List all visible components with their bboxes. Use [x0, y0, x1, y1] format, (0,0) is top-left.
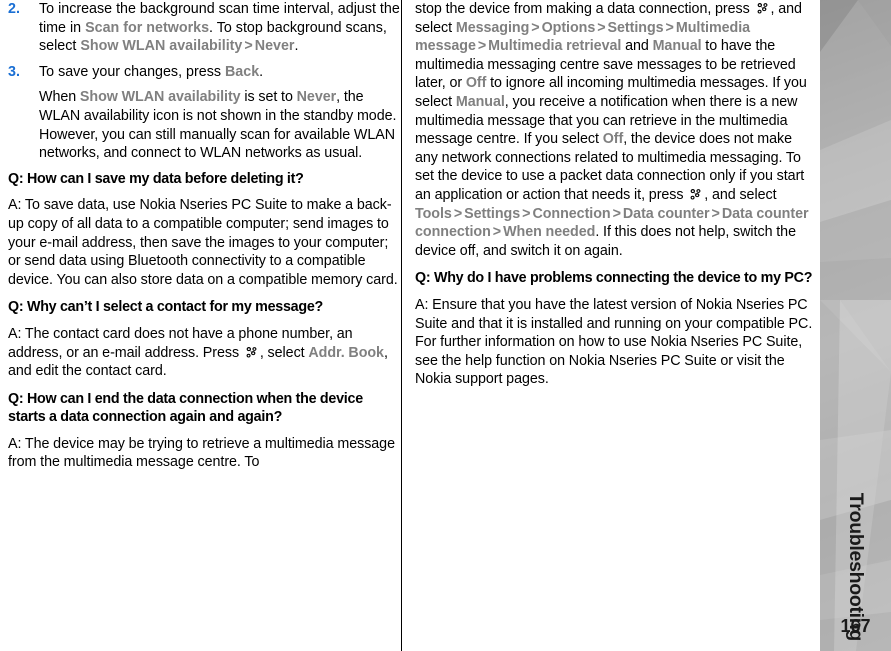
ui-term: Data counter — [622, 205, 710, 222]
question-heading: Q: How can I end the data connection whe… — [8, 390, 363, 426]
menu-path-arrow: > — [244, 38, 253, 55]
ui-term: Addr. Book — [308, 344, 384, 361]
answer-paragraph: A: The contact card does not have a phon… — [8, 325, 388, 380]
ui-term: Options — [541, 19, 596, 36]
ui-term: Manual — [455, 93, 505, 110]
menu-key-icon — [245, 346, 258, 359]
answer-paragraph: A: The device may be trying to retrieve … — [8, 435, 395, 471]
list-item: 3. To save your changes, press Back. — [8, 63, 401, 82]
menu-path-arrow: > — [531, 19, 540, 36]
step-note-paragraph: When Show WLAN availability is set to Ne… — [39, 89, 397, 162]
ui-term: Show WLAN availability — [80, 38, 243, 55]
ui-term: Tools — [415, 205, 452, 222]
ui-term: Never — [254, 38, 295, 55]
step-number: 2. — [8, 1, 20, 17]
ui-term: Never — [296, 89, 337, 106]
ui-term: Multimedia retrieval — [488, 38, 622, 55]
ui-term: Off — [602, 131, 624, 148]
right-column: stop the device from making a data conne… — [415, 0, 813, 651]
column-divider — [401, 0, 402, 651]
menu-key-icon — [756, 2, 769, 15]
list-item: 2. To increase the background scan time … — [8, 0, 401, 56]
answer-paragraph: A: To save data, use Nokia Nseries PC Su… — [8, 197, 398, 288]
ui-term: Messaging — [455, 19, 530, 36]
step-text: To increase the background scan time int… — [39, 1, 400, 55]
answer-paragraph: A: Ensure that you have the latest versi… — [415, 296, 813, 388]
ui-term: Connection — [532, 205, 611, 222]
menu-path-arrow: > — [492, 224, 502, 241]
chapter-tab: Troubleshooting 167 — [820, 0, 891, 651]
ui-term: Manual — [652, 38, 702, 55]
question-heading: Q: Why can’t I select a contact for my m… — [8, 299, 324, 316]
continuation-paragraph: stop the device from making a data conne… — [415, 1, 809, 259]
ui-term: When needed — [503, 224, 596, 241]
menu-path-arrow: > — [597, 19, 606, 36]
ui-term: Show WLAN availability — [79, 89, 241, 106]
menu-path-arrow: > — [711, 205, 720, 222]
left-column: 2. To increase the background scan time … — [8, 0, 401, 651]
ui-term: Settings — [464, 205, 521, 222]
step-number: 3. — [8, 63, 20, 80]
menu-path-arrow: > — [453, 205, 463, 222]
page-number: 167 — [840, 616, 871, 636]
menu-path-arrow: > — [612, 205, 621, 222]
manual-page: 2. To increase the background scan time … — [0, 0, 891, 651]
menu-path-arrow: > — [665, 19, 674, 36]
question-heading: Q: Why do I have problems connecting the… — [415, 270, 813, 287]
menu-key-icon — [689, 188, 702, 201]
menu-path-arrow: > — [477, 38, 487, 55]
menu-path-arrow: > — [522, 205, 531, 222]
ui-term: Scan for networks — [85, 19, 210, 36]
ui-term: Settings — [607, 19, 664, 36]
ui-term: Back — [224, 63, 260, 80]
step-text: To save your changes, press Back. — [39, 63, 264, 80]
question-heading: Q: How can I save my data before deletin… — [8, 170, 304, 187]
ui-term: Off — [465, 75, 487, 92]
chapter-title: Troubleshooting — [845, 492, 867, 641]
